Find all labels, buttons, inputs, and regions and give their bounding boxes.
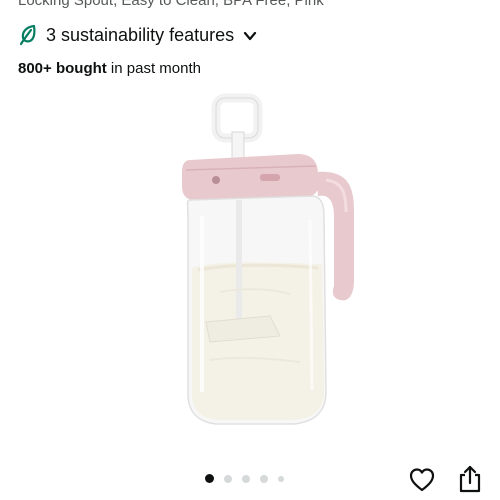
bought-count: 800+ bought	[18, 60, 107, 77]
sustainability-label: 3 sustainability features	[46, 24, 235, 45]
product-page: Locking Spout, Easy to Clean, BPA Free, …	[0, 0, 500, 500]
carousel-dot-2[interactable]	[224, 474, 232, 483]
product-image[interactable]	[150, 92, 390, 437]
carousel-dot-5[interactable]	[278, 475, 284, 482]
chevron-down-icon	[244, 31, 257, 41]
purchase-count: 800+ bought in past month	[18, 60, 201, 77]
leaf-icon	[19, 24, 36, 46]
carousel-dot-3[interactable]	[242, 474, 250, 483]
image-carousel-indicator[interactable]	[205, 474, 294, 483]
product-title: Locking Spout, Easy to Clean, BPA Free, …	[18, 0, 324, 9]
bought-period: in past month	[106, 60, 201, 77]
carousel-dot-1[interactable]	[205, 474, 214, 483]
sustainability-features-toggle[interactable]: 3 sustainability features	[18, 24, 258, 46]
heart-icon[interactable]	[408, 466, 436, 494]
carousel-dot-4[interactable]	[260, 474, 268, 483]
share-icon[interactable]	[456, 464, 484, 494]
